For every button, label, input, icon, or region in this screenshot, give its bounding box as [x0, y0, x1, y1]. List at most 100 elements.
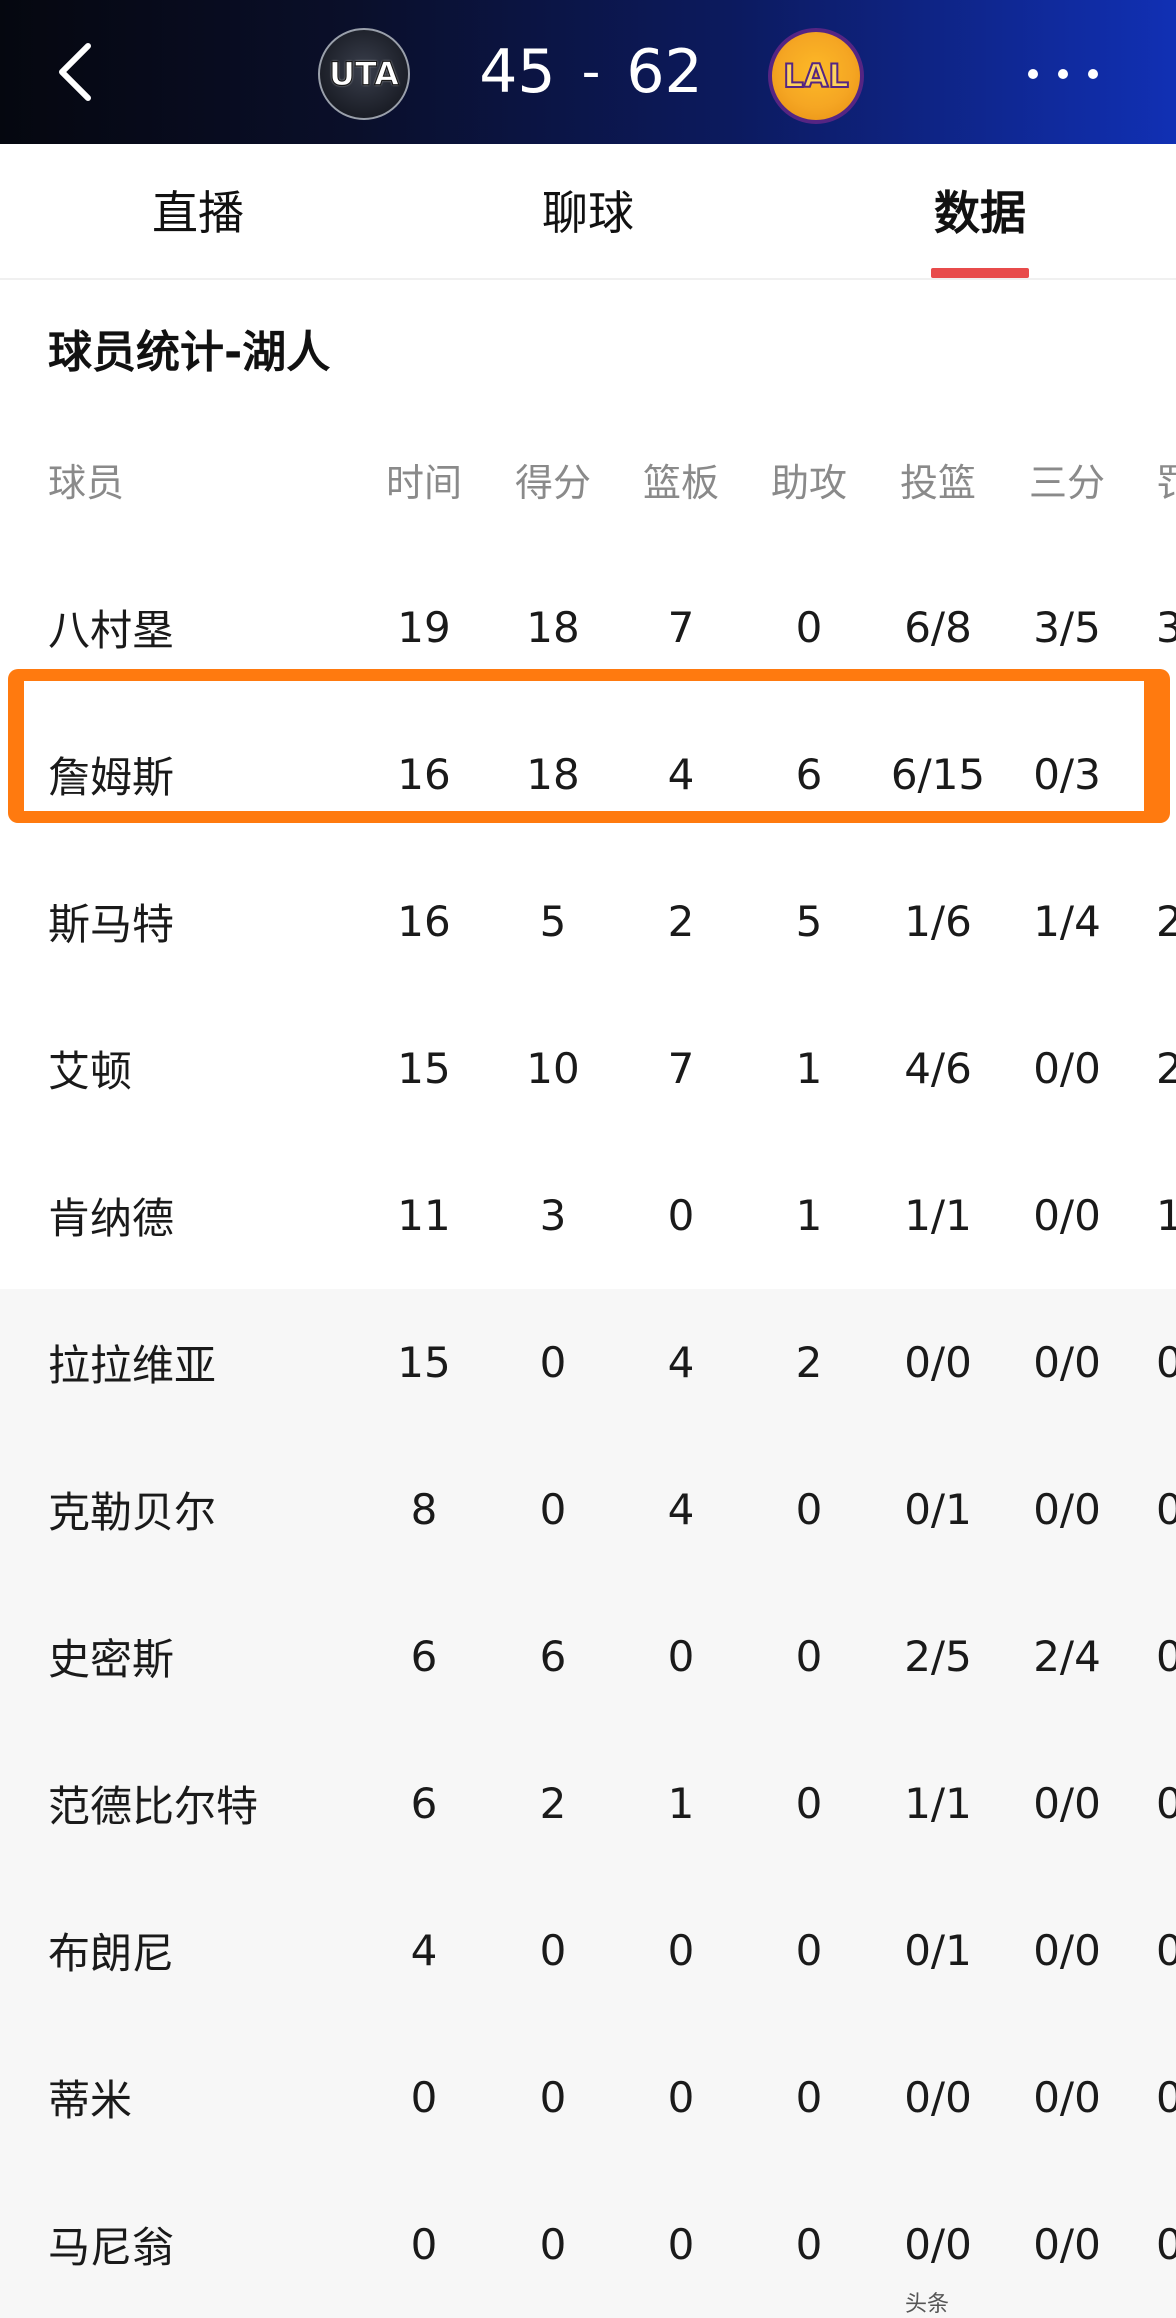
stat-assists: 2 — [795, 1338, 823, 1387]
player-stats-table[interactable]: 球员 时间 得分 篮板 助攻 投篮 三分 罚 八村塁 19 18 7 0 6/8 3/5 3 詹… — [0, 404, 1176, 2318]
chevron-left-icon — [59, 43, 91, 101]
column-header-assists: 助攻 — [770, 460, 847, 505]
stat-points: 0 — [539, 2220, 567, 2269]
stat-free-throws: 1 — [1156, 1191, 1176, 1240]
stat-field-goals: 0/0 — [904, 2073, 972, 2122]
table-row[interactable]: 蒂米 0 0 0 0 0/0 0/0 0 — [0, 2024, 1176, 2171]
player-name: 蒂米 — [48, 2076, 133, 2125]
more-options-button[interactable] — [1028, 56, 1098, 92]
stat-rebounds: 0 — [667, 1632, 695, 1681]
stat-time: 8 — [410, 1485, 438, 1534]
table-row[interactable]: 布朗尼 4 0 0 0 0/1 0/0 0 — [0, 1877, 1176, 2024]
stat-rebounds: 1 — [667, 1779, 695, 1828]
table-row[interactable]: 范德比尔特 6 2 1 0 1/1 0/0 0 — [0, 1730, 1176, 1877]
game-header: UTA 45 - 62 LAL — [0, 0, 1176, 144]
stat-free-throws: 2 — [1156, 1044, 1176, 1093]
stat-assists: 0 — [795, 603, 823, 652]
stat-rebounds: 0 — [667, 1191, 695, 1240]
table-row[interactable]: 詹姆斯 16 18 4 6 6/15 0/3 — [0, 701, 1176, 848]
player-name: 艾顿 — [48, 1047, 133, 1096]
stat-free-throws: 0 — [1156, 2220, 1176, 2269]
stat-field-goals: 6/8 — [904, 603, 972, 652]
stat-rebounds: 4 — [667, 1485, 695, 1534]
away-team-logo[interactable]: LAL — [768, 28, 864, 124]
table-row[interactable]: 克勒贝尔 8 0 4 0 0/1 0/0 0 — [0, 1436, 1176, 1583]
home-team-abbr: UTA — [328, 54, 400, 93]
stat-rebounds: 4 — [667, 750, 695, 799]
stat-free-throws: 2 — [1156, 897, 1176, 946]
back-button[interactable] — [48, 36, 112, 108]
column-header-three-pointers: 三分 — [1028, 460, 1105, 505]
tab-stats[interactable]: 数据 — [900, 178, 1060, 248]
stat-time: 15 — [397, 1338, 451, 1387]
table-row[interactable]: 八村塁 19 18 7 0 6/8 3/5 3 — [0, 554, 1176, 701]
home-score: 45 — [479, 37, 556, 107]
more-horizontal-icon — [1028, 69, 1038, 79]
stat-points: 3 — [539, 1191, 567, 1240]
stat-time: 0 — [410, 2220, 438, 2269]
stat-assists: 0 — [795, 1485, 823, 1534]
tab-bar: 直播 聊球 数据 — [0, 144, 1176, 280]
stat-assists: 0 — [795, 2073, 823, 2122]
tab-live[interactable]: 直播 — [118, 178, 278, 248]
stat-three-pointers: 2/4 — [1033, 1632, 1101, 1681]
stat-field-goals: 1/1 — [904, 1779, 972, 1828]
stat-assists: 0 — [795, 2220, 823, 2269]
scoreboard: 45 - 62 — [466, 30, 716, 114]
stat-field-goals: 0/1 — [904, 1926, 972, 1975]
player-name: 拉拉维亚 — [48, 1341, 217, 1390]
stat-assists: 0 — [795, 1632, 823, 1681]
away-score: 62 — [626, 37, 703, 107]
player-name: 马尼翁 — [48, 2223, 175, 2272]
stat-points: 5 — [539, 897, 567, 946]
table-row[interactable]: 马尼翁 0 0 0 0 0/0 0/0 0 — [0, 2171, 1176, 2318]
stat-three-pointers: 1/4 — [1033, 897, 1101, 946]
stat-assists: 6 — [795, 750, 823, 799]
stat-points: 2 — [539, 1779, 567, 1828]
stat-points: 0 — [539, 1338, 567, 1387]
stat-assists: 0 — [795, 1779, 823, 1828]
column-header-free-throws: 罚 — [1156, 460, 1176, 505]
stat-three-pointers: 0/0 — [1033, 1044, 1101, 1093]
stat-three-pointers: 0/3 — [1033, 750, 1101, 799]
stat-time: 4 — [410, 1926, 438, 1975]
stat-points: 0 — [539, 1926, 567, 1975]
stat-rebounds: 2 — [667, 897, 695, 946]
stat-time: 11 — [397, 1191, 451, 1240]
away-team-abbr: LAL — [782, 56, 850, 96]
stat-free-throws: 0 — [1156, 1926, 1176, 1975]
stat-assists: 5 — [795, 897, 823, 946]
stat-points: 18 — [526, 603, 580, 652]
home-team-logo[interactable]: UTA — [318, 28, 410, 120]
table-row[interactable]: 肯纳德 11 3 0 1 1/1 0/0 1 — [0, 1142, 1176, 1289]
stat-field-goals: 6/15 — [890, 750, 986, 799]
stat-three-pointers: 0/0 — [1033, 2220, 1101, 2269]
stat-three-pointers: 3/5 — [1033, 603, 1101, 652]
stat-time: 15 — [397, 1044, 451, 1093]
stat-time: 0 — [410, 2073, 438, 2122]
stat-free-throws: 0 — [1156, 2073, 1176, 2122]
stat-assists: 1 — [795, 1044, 823, 1093]
table-row[interactable]: 史密斯 6 6 0 0 2/5 2/4 0 — [0, 1583, 1176, 1730]
stat-three-pointers: 0/0 — [1033, 1779, 1101, 1828]
stat-time: 16 — [397, 897, 451, 946]
player-name: 詹姆斯 — [48, 753, 175, 802]
stat-points: 0 — [539, 1485, 567, 1534]
stat-time: 19 — [397, 603, 451, 652]
table-row[interactable]: 斯马特 16 5 2 5 1/6 1/4 2 — [0, 848, 1176, 995]
stat-three-pointers: 0/0 — [1033, 1926, 1101, 1975]
table-row[interactable]: 艾顿 15 10 7 1 4/6 0/0 2 — [0, 995, 1176, 1142]
stat-free-throws: 0 — [1156, 1338, 1176, 1387]
player-name: 范德比尔特 — [48, 1782, 259, 1831]
stat-rebounds: 0 — [667, 2073, 695, 2122]
more-horizontal-icon — [1058, 69, 1068, 79]
player-name: 斯马特 — [48, 900, 175, 949]
stat-free-throws — [1156, 701, 1176, 848]
tab-chat[interactable]: 聊球 — [508, 178, 668, 248]
table-row[interactable]: 拉拉维亚 15 0 4 2 0/0 0/0 0 — [0, 1289, 1176, 1436]
stat-points: 10 — [526, 1044, 580, 1093]
stat-three-pointers: 0/0 — [1033, 2073, 1101, 2122]
stat-rebounds: 7 — [667, 1044, 695, 1093]
column-header-time: 时间 — [385, 460, 462, 505]
stat-rebounds: 0 — [667, 2220, 695, 2269]
